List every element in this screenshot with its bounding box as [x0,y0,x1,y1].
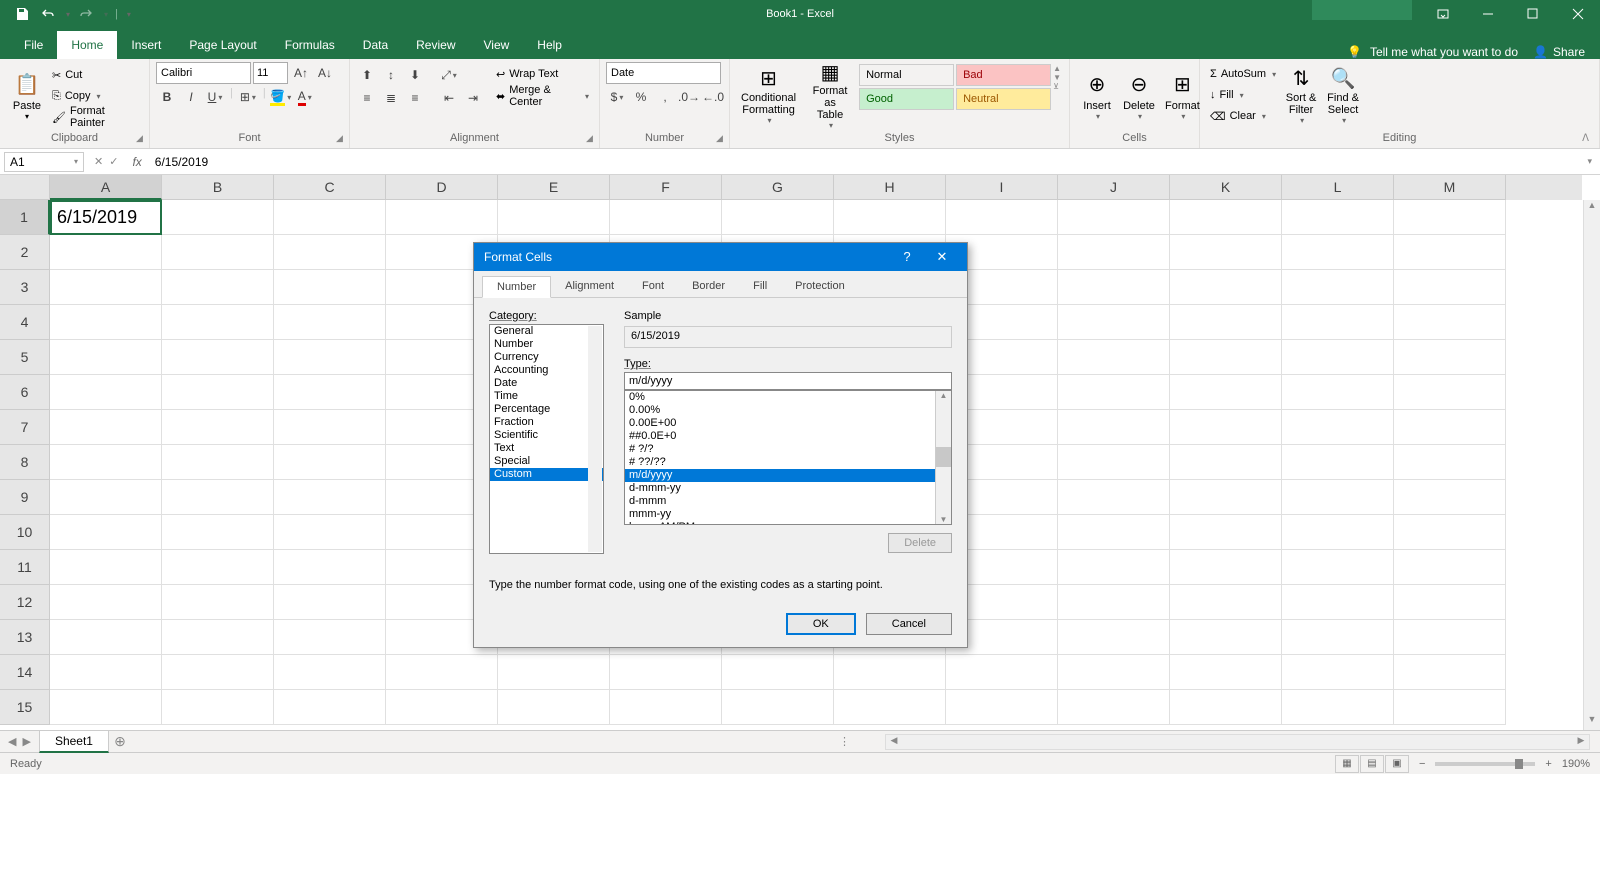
ok-button[interactable]: OK [786,613,856,635]
type-list-scrollbar[interactable]: ▲▼ [935,391,951,524]
sample-value: 6/15/2019 [624,326,952,348]
type-item[interactable]: # ??/?? [625,456,951,469]
type-item[interactable]: mmm-yy [625,508,951,521]
category-item[interactable]: General [490,325,603,338]
dialog-close-icon[interactable]: ✕ [927,249,957,265]
category-item[interactable]: Date [490,377,603,390]
dialog-hint: Type the number format code, using one o… [489,579,952,591]
type-label: Type: [624,358,952,370]
dialog-tab-alignment[interactable]: Alignment [551,276,628,297]
dialog-tabs: NumberAlignmentFontBorderFillProtection [474,271,967,298]
dialog-tab-fill[interactable]: Fill [739,276,781,297]
category-item[interactable]: Time [490,390,603,403]
type-item[interactable]: d-mmm [625,495,951,508]
type-item[interactable]: h:mm AM/PM [625,521,951,525]
sample-label: Sample [624,310,952,322]
cancel-button[interactable]: Cancel [866,613,952,635]
type-item[interactable]: 0.00% [625,404,951,417]
type-input[interactable] [624,372,952,390]
delete-format-button[interactable]: Delete [888,533,952,553]
category-label: Category: [489,310,604,322]
dialog-overlay: Format Cells ? ✕ NumberAlignmentFontBord… [0,0,1600,870]
category-item[interactable]: Text [490,442,603,455]
category-item[interactable]: Currency [490,351,603,364]
dialog-tab-font[interactable]: Font [628,276,678,297]
category-item[interactable]: Accounting [490,364,603,377]
category-item[interactable]: Number [490,338,603,351]
category-item[interactable]: Scientific [490,429,603,442]
category-item[interactable]: Percentage [490,403,603,416]
dialog-tab-protection[interactable]: Protection [781,276,859,297]
type-item[interactable]: 0% [625,391,951,404]
dialog-title: Format Cells [484,250,552,264]
type-item[interactable]: # ?/? [625,443,951,456]
type-item[interactable]: 0.00E+00 [625,417,951,430]
category-item[interactable]: Custom [490,468,603,481]
category-item[interactable]: Special [490,455,603,468]
type-item[interactable]: d-mmm-yy [625,482,951,495]
category-item[interactable]: Fraction [490,416,603,429]
dialog-tab-border[interactable]: Border [678,276,739,297]
type-list[interactable]: 0%0.00%0.00E+00##0.0E+0# ?/?# ??/??m/d/y… [624,390,952,525]
type-item[interactable]: m/d/yyyy [625,469,951,482]
dialog-title-bar[interactable]: Format Cells ? ✕ [474,243,967,271]
type-item[interactable]: ##0.0E+0 [625,430,951,443]
dialog-help-icon[interactable]: ? [892,249,922,265]
dialog-tab-number[interactable]: Number [482,276,551,298]
format-cells-dialog: Format Cells ? ✕ NumberAlignmentFontBord… [473,242,968,648]
category-list[interactable]: GeneralNumberCurrencyAccountingDateTimeP… [489,324,604,554]
